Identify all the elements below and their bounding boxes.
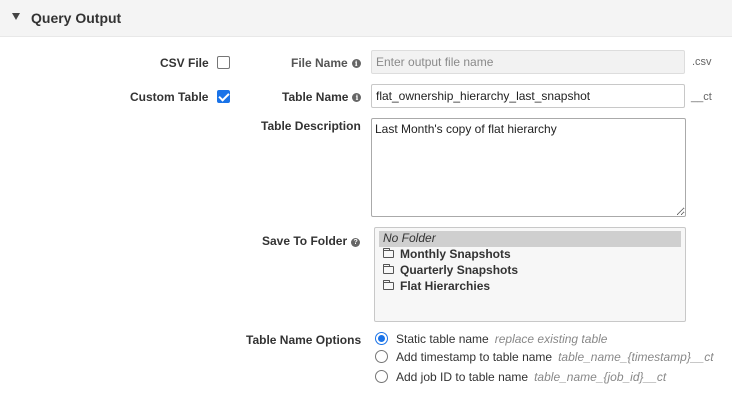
save-to-folder-label-text: Save To Folder [262,234,348,248]
table-name-options-label: Table Name Options [246,333,362,347]
folder-icon [383,264,394,274]
table-description-textarea[interactable]: Last Month's copy of flat hierarchy [371,118,686,217]
csv-file-label: CSV File [160,56,209,70]
folder-option-label: No Folder [383,231,436,245]
radio-label: Add timestamp to table name [396,350,553,364]
folder-icon [383,248,394,258]
folder-option-no-folder[interactable]: No Folder [379,231,681,247]
radio-label: Add job ID to table name [396,370,529,384]
info-icon: i [352,93,362,102]
collapse-triangle-icon[interactable] [12,13,20,20]
file-name-label-text: File Name [291,56,348,70]
query-output-header[interactable]: Query Output [0,0,732,37]
file-name-input[interactable] [371,50,685,74]
table-suffix: __ct [691,91,712,103]
option-add-timestamp[interactable]: Add timestamp to table name table_name_{t… [375,350,714,366]
save-to-folder-label: Save To Folder? [262,234,361,248]
radio-label: Static table name [396,332,489,346]
table-name-label: Table Name i [282,90,362,104]
folder-option-flat-hierarchies[interactable]: Flat Hierarchies [379,279,681,295]
info-icon: i [351,59,361,68]
option-add-job-id[interactable]: Add job ID to table name table_name_{job_… [375,370,666,386]
section-title: Query Output [31,10,122,26]
folder-option-label: Quarterly Snapshots [400,263,519,277]
option-static-table-name[interactable]: Static table name replace existing table [375,332,607,348]
csv-file-checkbox[interactable] [217,56,230,69]
folder-option-monthly-snapshots[interactable]: Monthly Snapshots [379,247,681,263]
table-name-label-text: Table Name [282,90,349,104]
folder-option-quarterly-snapshots[interactable]: Quarterly Snapshots [379,263,681,279]
static-table-name-radio[interactable] [375,332,388,345]
radio-hint: table_name_{job_id}__ct [534,370,667,384]
file-name-label: File Name i [291,56,361,70]
radio-hint: replace existing table [494,332,608,346]
custom-table-checkbox[interactable] [217,90,230,103]
folder-list[interactable]: No Folder Monthly Snapshots Quarterly Sn… [374,227,686,322]
folder-icon [383,280,394,290]
add-job-id-radio[interactable] [375,370,388,383]
help-icon: ? [351,238,361,247]
folder-option-label: Monthly Snapshots [400,247,511,261]
csv-suffix: .csv [692,56,712,68]
add-timestamp-radio[interactable] [375,350,388,363]
table-name-input[interactable] [371,84,685,108]
table-description-label: Table Description [261,119,361,133]
folder-option-label: Flat Hierarchies [400,279,491,293]
custom-table-label: Custom Table [130,90,209,104]
radio-hint: table_name_{timestamp}__ct [558,350,714,364]
